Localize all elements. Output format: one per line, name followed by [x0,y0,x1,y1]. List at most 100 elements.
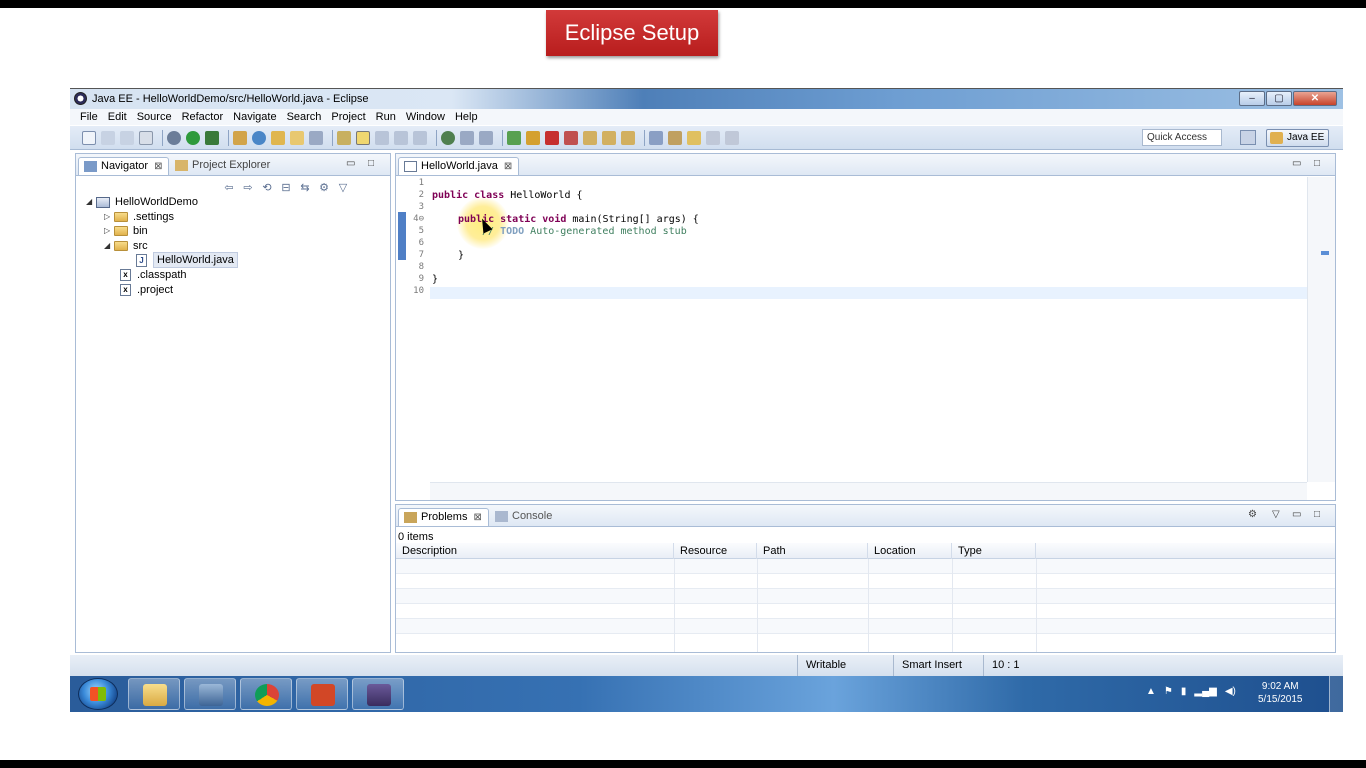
taskbar-toolbox[interactable] [184,678,236,710]
tree-project-file-row[interactable]: x .project [120,283,173,297]
tree-project-row[interactable]: ◢ HelloWorldDemo [86,195,198,209]
column-header[interactable]: Type [952,543,1036,559]
volume-icon[interactable]: ◀) [1225,686,1236,697]
new-server-icon[interactable] [233,131,247,145]
annotation-icon[interactable] [337,131,351,145]
show-whitespace-icon[interactable] [413,131,427,145]
taskbar-file-explorer[interactable] [128,678,180,710]
filter-icon[interactable]: ⚙ [1248,509,1257,520]
suspend-icon[interactable] [526,131,540,145]
up-icon[interactable]: ⟲ [260,182,274,194]
run-external-icon[interactable] [205,131,219,145]
step-into-icon[interactable] [583,131,597,145]
taskbar-eclipse-installer[interactable] [352,678,404,710]
code-line-9[interactable]: } [432,274,438,285]
mark-occurrences-icon[interactable] [356,131,370,145]
minimize-view-icon[interactable]: ▭ [1292,158,1301,169]
new-icon[interactable] [82,131,96,145]
tab-helloworld-java[interactable]: HelloWorld.java ⊠ [398,157,520,175]
resume-icon[interactable] [507,131,521,145]
tab-problems[interactable]: Problems ⊠ [398,508,489,526]
globe-icon[interactable] [441,131,455,145]
view-menu-icon[interactable]: ▽ [1272,509,1280,520]
disconnect-icon[interactable] [479,131,493,145]
menu-edit[interactable]: Edit [108,109,127,125]
view-menu-icon[interactable]: ▽ [336,182,350,194]
column-header[interactable]: Description [396,543,674,559]
maximize-button[interactable]: ▢ [1266,91,1292,106]
quick-access-input[interactable]: Quick Access [1142,129,1222,146]
search-icon[interactable] [309,131,323,145]
code-line-2[interactable]: public class HelloWorld { [432,190,583,201]
network-signal-icon[interactable]: ▂▄▆ [1194,686,1216,697]
close-button[interactable]: ✕ [1293,91,1337,106]
taskbar-clock[interactable]: 9:02 AM 5/15/2015 [1258,680,1303,706]
close-tab-icon[interactable]: ⊠ [504,161,512,172]
menu-refactor[interactable]: Refactor [182,109,224,125]
power-icon[interactable]: ▮ [1181,686,1187,697]
editor-horizontal-scrollbar[interactable] [430,482,1307,500]
tree-settings-row[interactable]: ▷ .settings [104,210,174,224]
menu-navigate[interactable]: Navigate [233,109,276,125]
toggle-breadcrumb-icon[interactable] [649,131,663,145]
maximize-view-icon[interactable]: □ [1314,509,1320,520]
expanded-icon[interactable]: ◢ [104,239,114,253]
next-annotation-icon[interactable] [668,131,682,145]
print-icon[interactable] [139,131,153,145]
open-type-icon[interactable] [290,131,304,145]
new-package-icon[interactable] [271,131,285,145]
save-icon[interactable] [101,131,115,145]
back-icon[interactable] [706,131,720,145]
line-number[interactable]: 4⊖ [413,214,424,224]
menu-run[interactable]: Run [376,109,396,125]
collapsed-icon[interactable]: ▷ [104,210,114,224]
minimize-view-icon[interactable]: ▭ [1292,509,1301,520]
collapsed-icon[interactable]: ▷ [104,224,114,238]
column-header[interactable]: Location [868,543,952,559]
show-hidden-icons-icon[interactable]: ▲ [1146,686,1156,697]
menu-help[interactable]: Help [455,109,478,125]
tree-helloworld-row[interactable]: J HelloWorld.java [136,252,238,268]
tree-classpath-row[interactable]: x .classpath [120,268,187,282]
previous-annotation-icon[interactable] [687,131,701,145]
start-button[interactable] [78,678,118,710]
menu-source[interactable]: Source [137,109,172,125]
menu-window[interactable]: Window [406,109,445,125]
taskbar-chrome[interactable] [240,678,292,710]
filter-icon[interactable]: ⚙ [317,182,331,194]
word-wrap-icon[interactable] [375,131,389,145]
disconnect-debug-icon[interactable] [564,131,578,145]
close-tab-icon[interactable]: ⊠ [154,161,162,172]
maximize-view-icon[interactable]: □ [1314,158,1320,169]
open-perspective-icon[interactable] [1240,130,1256,145]
tab-console[interactable]: Console [490,508,558,526]
link-editor-icon[interactable]: ⇆ [298,182,312,194]
tree-src-row[interactable]: ◢ src [104,239,148,253]
code-line-7[interactable]: } [458,250,464,261]
menu-search[interactable]: Search [287,109,322,125]
editor-vertical-scrollbar[interactable] [1307,177,1335,482]
menu-file[interactable]: File [80,109,98,125]
column-header[interactable]: Resource [674,543,757,559]
action-center-flag-icon[interactable]: ⚑ [1164,686,1173,697]
block-selection-icon[interactable] [394,131,408,145]
column-header[interactable]: Path [757,543,868,559]
tab-navigator[interactable]: Navigator ⊠ [78,157,170,175]
code-line-5[interactable]: // TODO Auto-generated method stub [482,226,687,237]
terminate-icon[interactable] [545,131,559,145]
maximize-view-icon[interactable]: □ [368,158,374,169]
debug-icon[interactable] [167,131,181,145]
expanded-icon[interactable]: ◢ [86,195,96,209]
skip-breakpoints-icon[interactable] [460,131,474,145]
show-desktop-button[interactable] [1329,676,1343,712]
forward-icon[interactable] [725,131,739,145]
forward-icon[interactable]: ⇨ [241,182,255,194]
back-icon[interactable]: ⇦ [222,182,236,194]
run-icon[interactable] [186,131,200,145]
save-all-icon[interactable] [120,131,134,145]
close-tab-icon[interactable]: ⊠ [473,512,481,523]
minimize-view-icon[interactable]: ▭ [346,158,355,169]
tree-bin-row[interactable]: ▷ bin [104,224,148,238]
taskbar-powerpoint[interactable] [296,678,348,710]
perspective-java-ee-button[interactable]: Java EE [1266,129,1330,147]
